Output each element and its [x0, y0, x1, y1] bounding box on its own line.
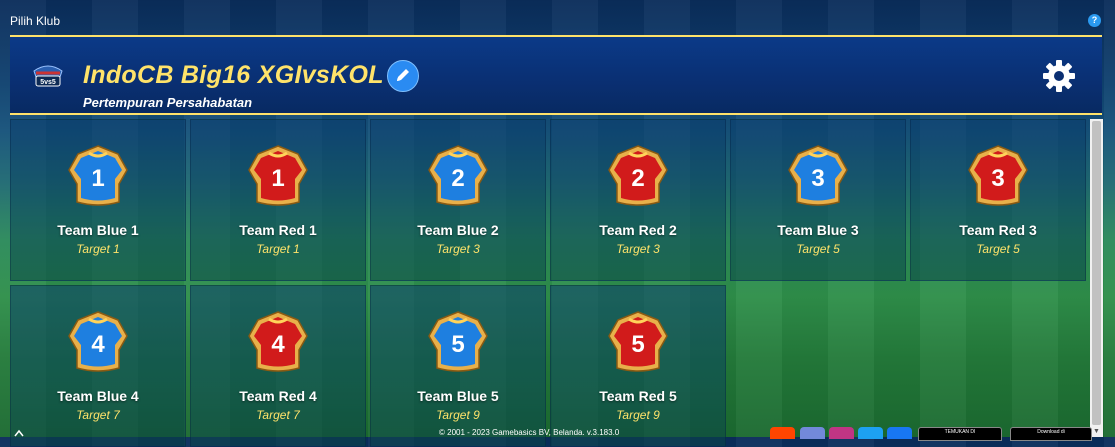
team-name: Team Red 4 — [239, 388, 317, 404]
team-target: Target 1 — [76, 242, 120, 256]
team-name: Team Blue 4 — [57, 388, 139, 404]
team-name: Team Red 3 — [959, 222, 1037, 238]
help-icon[interactable]: ? — [1088, 14, 1101, 27]
team-card[interactable]: 3 Team Blue 3 Target 5 — [730, 119, 906, 281]
team-name: Team Blue 1 — [57, 222, 139, 238]
team-target: Target 3 — [616, 242, 660, 256]
team-card[interactable]: 4 Team Blue 4 Target 7 — [10, 285, 186, 447]
red-shirt-icon: 3 — [968, 145, 1028, 206]
team-card[interactable]: 5 Team Red 5 Target 9 — [550, 285, 726, 447]
team-name: Team Blue 5 — [417, 388, 499, 404]
shirt-number: 5 — [451, 331, 464, 358]
shirt-number: 2 — [631, 165, 644, 192]
logo-text: 5vs5 — [40, 79, 56, 86]
red-shirt-icon: 5 — [608, 311, 668, 372]
club-subtitle: Pertempuran Persahabatan — [83, 95, 253, 110]
shirt-number: 4 — [91, 331, 105, 358]
reddit-icon[interactable] — [770, 427, 795, 439]
team-card[interactable]: 4 Team Red 4 Target 7 — [190, 285, 366, 447]
team-name: Team Red 2 — [599, 222, 677, 238]
team-card[interactable]: 2 Team Red 2 Target 3 — [550, 119, 726, 281]
shirt-number: 2 — [451, 165, 464, 192]
shirt-number: 3 — [811, 165, 824, 192]
top-bar: Pilih Klub ? — [0, 0, 1115, 34]
team-card[interactable]: 5 Team Blue 5 Target 9 — [370, 285, 546, 447]
team-target: Target 9 — [436, 408, 480, 422]
team-name: Team Red 5 — [599, 388, 677, 404]
instagram-icon[interactable] — [829, 427, 854, 439]
discord-icon[interactable] — [800, 427, 825, 439]
team-target: Target 1 — [256, 242, 300, 256]
copyright-text: © 2001 - 2023 Gamebasics BV, Belanda. v.… — [439, 428, 620, 437]
red-shirt-icon: 2 — [608, 145, 668, 206]
shirt-number: 1 — [91, 165, 104, 192]
team-target: Target 9 — [616, 408, 660, 422]
shirt-number: 4 — [271, 331, 285, 358]
red-shirt-icon: 1 — [248, 145, 308, 206]
facebook-icon[interactable] — [887, 427, 912, 439]
team-target: Target 5 — [796, 242, 840, 256]
blue-shirt-icon: 2 — [428, 145, 488, 206]
team-card[interactable]: 1 Team Blue 1 Target 1 — [10, 119, 186, 281]
club-header: 5vs5 IndoCB Big16 XGIvsKOL Pertempuran P… — [10, 35, 1102, 115]
twitter-icon[interactable] — [858, 427, 883, 439]
team-card[interactable]: 3 Team Red 3 Target 5 — [910, 119, 1086, 281]
shirt-number: 1 — [271, 165, 284, 192]
club-name: IndoCB Big16 XGIvsKOL — [83, 61, 384, 89]
team-name: Team Red 1 — [239, 222, 317, 238]
team-target: Target 5 — [976, 242, 1020, 256]
team-grid: 1 Team Blue 1 Target 1 1 Team Red 1 Targ… — [10, 119, 1088, 447]
team-target: Target 7 — [76, 408, 120, 422]
shirt-number: 3 — [991, 165, 1004, 192]
shirt-number: 5 — [631, 331, 644, 358]
team-name: Team Blue 2 — [417, 222, 499, 238]
pencil-icon — [397, 69, 409, 81]
edit-name-button[interactable] — [387, 60, 419, 92]
blue-shirt-icon: 4 — [68, 311, 128, 372]
blue-shirt-icon: 5 — [428, 311, 488, 372]
settings-button[interactable] — [1040, 57, 1078, 95]
team-card[interactable]: 1 Team Red 1 Target 1 — [190, 119, 366, 281]
club-logo: 5vs5 — [33, 65, 63, 87]
app-store-button[interactable]: Download di — [1010, 427, 1092, 441]
team-name: Team Blue 3 — [777, 222, 859, 238]
team-card[interactable]: 2 Team Blue 2 Target 3 — [370, 119, 546, 281]
footer: © 2001 - 2023 Gamebasics BV, Belanda. v.… — [0, 427, 1115, 441]
vertical-scrollbar[interactable] — [1090, 119, 1103, 429]
blue-shirt-icon: 1 — [68, 145, 128, 206]
team-target: Target 3 — [436, 242, 480, 256]
google-play-button[interactable]: TEMUKAN DI — [918, 427, 1002, 441]
page-title: Pilih Klub — [10, 14, 61, 28]
blue-shirt-icon: 3 — [788, 145, 848, 206]
gear-icon — [1043, 60, 1075, 92]
scrollbar-thumb[interactable] — [1092, 121, 1101, 425]
red-shirt-icon: 4 — [248, 311, 308, 372]
team-target: Target 7 — [256, 408, 300, 422]
